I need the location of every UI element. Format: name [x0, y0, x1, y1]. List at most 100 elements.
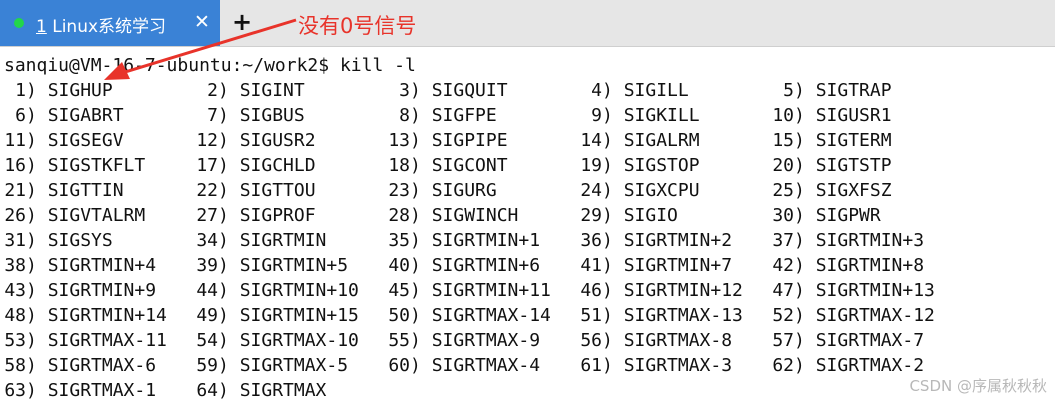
signal-entry: 61) SIGRTMAX-3: [580, 353, 772, 378]
signal-separator: ): [410, 130, 432, 151]
signal-name: SIGWINCH: [431, 205, 519, 226]
signal-name: SIGKILL: [623, 105, 700, 126]
signal-entry: 38) SIGRTMIN+4: [4, 253, 196, 278]
tab-linux-study[interactable]: 1 Linux系统学习 ✕: [0, 0, 220, 46]
signal-number: 57: [772, 330, 794, 351]
signal-name: SIGRTMAX-6: [47, 355, 157, 376]
signal-name: SIGRTMIN+11: [431, 280, 551, 301]
signal-separator: ): [218, 380, 240, 401]
annotation-text: 没有0号信号: [298, 14, 417, 38]
close-tab-icon[interactable]: ✕: [194, 11, 210, 33]
signal-name: SIGBUS: [239, 105, 305, 126]
signal-entry: 3) SIGQUIT: [388, 78, 580, 103]
signal-separator: ): [410, 280, 432, 301]
signal-separator: ): [218, 105, 240, 126]
signal-separator: ): [602, 80, 624, 101]
tab-label: 1 Linux系统学习: [36, 12, 166, 37]
signal-entry: 5) SIGTRAP: [772, 78, 964, 103]
signal-entry: 21) SIGTTIN: [4, 178, 196, 203]
signal-entry: 20) SIGTSTP: [772, 153, 964, 178]
signal-separator: ): [218, 280, 240, 301]
signal-number: 26: [4, 205, 26, 226]
signal-name: SIGXCPU: [623, 180, 700, 201]
signal-separator: ): [26, 205, 48, 226]
signal-separator: ): [26, 80, 48, 101]
signal-number: 43: [4, 280, 26, 301]
signal-entry: 57) SIGRTMAX-7: [772, 328, 964, 353]
signal-separator: ): [410, 80, 432, 101]
signal-entry: 44) SIGRTMIN+10: [196, 278, 388, 303]
signal-number: 29: [580, 205, 602, 226]
signal-number: 47: [772, 280, 794, 301]
signal-entry: 59) SIGRTMAX-5: [196, 353, 388, 378]
signal-entry: 10) SIGUSR1: [772, 103, 964, 128]
signal-number: 23: [388, 180, 410, 201]
signal-name: SIGPROF: [239, 205, 316, 226]
signal-separator: ): [602, 330, 624, 351]
signal-name: SIGRTMIN+13: [815, 280, 935, 301]
signal-name: SIGRTMIN+15: [239, 305, 359, 326]
signal-entry: 27) SIGPROF: [196, 203, 388, 228]
signal-number: 5: [783, 80, 794, 101]
signal-number: 64: [196, 380, 218, 401]
signal-number: 31: [4, 230, 26, 251]
signal-entry: 42) SIGRTMIN+8: [772, 253, 964, 278]
signal-separator: ): [218, 230, 240, 251]
signal-entry: 25) SIGXFSZ: [772, 178, 964, 203]
signal-entry: 26) SIGVTALRM: [4, 203, 196, 228]
signal-name: SIGABRT: [47, 105, 124, 126]
signal-number: 40: [388, 255, 410, 276]
signal-separator: ): [794, 105, 816, 126]
signal-name: SIGUSR1: [815, 105, 892, 126]
signal-number: 59: [196, 355, 218, 376]
signal-name: SIGSYS: [47, 230, 113, 251]
signal-separator: ): [794, 205, 816, 226]
signal-name: SIGRTMIN+12: [623, 280, 743, 301]
signal-name: SIGRTMAX-3: [623, 355, 733, 376]
new-tab-button[interactable]: +: [232, 8, 252, 36]
tab-bar: 1 Linux系统学习 ✕ +: [0, 0, 1055, 47]
signal-entry: 30) SIGPWR: [772, 203, 964, 228]
signal-number: 52: [772, 305, 794, 326]
signal-number: 46: [580, 280, 602, 301]
signal-number: 1: [15, 80, 26, 101]
signal-number: 48: [4, 305, 26, 326]
terminal-output[interactable]: sanqiu@VM-16-7-ubuntu:~/work2$ kill -l 1…: [0, 50, 1055, 404]
signal-name: SIGRTMAX-9: [431, 330, 541, 351]
signal-number: 27: [196, 205, 218, 226]
signal-entry: 22) SIGTTOU: [196, 178, 388, 203]
signal-separator: ): [794, 305, 816, 326]
signal-name: SIGRTMAX-13: [623, 305, 743, 326]
signal-name: SIGPIPE: [431, 130, 508, 151]
signal-separator: ): [26, 155, 48, 176]
signal-entry: 60) SIGRTMAX-4: [388, 353, 580, 378]
signal-number: 50: [388, 305, 410, 326]
signal-separator: ): [794, 130, 816, 151]
signal-separator: ): [794, 155, 816, 176]
signal-name: SIGRTMIN+10: [239, 280, 359, 301]
signal-name: SIGSTOP: [623, 155, 700, 176]
signal-separator: ): [794, 355, 816, 376]
signal-entry: 34) SIGRTMIN: [196, 228, 388, 253]
signal-separator: ): [26, 130, 48, 151]
signal-entry: 50) SIGRTMAX-14: [388, 303, 580, 328]
watermark: CSDN @序属秋秋秋: [909, 377, 1047, 395]
signal-name: SIGQUIT: [431, 80, 508, 101]
signal-separator: ): [26, 255, 48, 276]
signal-entry: 52) SIGRTMAX-12: [772, 303, 964, 328]
signal-entry: 11) SIGSEGV: [4, 128, 196, 153]
signal-name: SIGCHLD: [239, 155, 316, 176]
signal-name: SIGRTMAX-7: [815, 330, 925, 351]
signal-separator: ): [602, 355, 624, 376]
signal-name: SIGRTMIN+6: [431, 255, 541, 276]
signal-number: 25: [772, 180, 794, 201]
signal-number: 44: [196, 280, 218, 301]
signal-number: 24: [580, 180, 602, 201]
signal-separator: ): [26, 180, 48, 201]
signal-separator: ): [602, 155, 624, 176]
command-text: kill -l: [339, 55, 416, 76]
signal-entry: 29) SIGIO: [580, 203, 772, 228]
signal-name: SIGRTMAX-12: [815, 305, 935, 326]
signal-separator: ): [26, 305, 48, 326]
signal-number: 37: [772, 230, 794, 251]
